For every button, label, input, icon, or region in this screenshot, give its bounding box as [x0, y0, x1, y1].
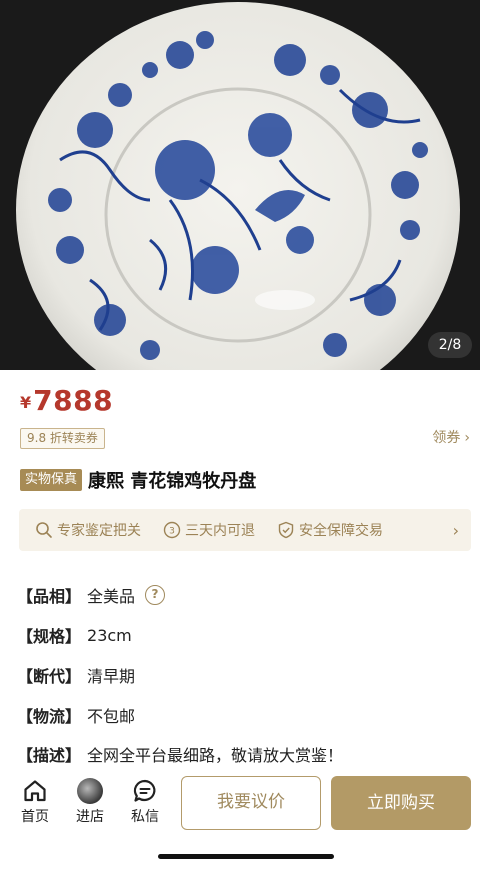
- nav-home[interactable]: 首页: [15, 778, 55, 826]
- product-title-row: 实物保真 康熙 青花锦鸡牧丹盘: [20, 468, 256, 492]
- spec-key: 【物流】: [17, 707, 82, 726]
- home-indicator: [158, 854, 334, 859]
- search-icon: [36, 522, 52, 538]
- guarantee-item-expert: 专家鉴定把关: [35, 520, 141, 540]
- return-icon: 3: [163, 521, 181, 539]
- nav-shop[interactable]: 进店: [70, 778, 110, 826]
- product-image-gallery[interactable]: 2/8: [0, 0, 480, 370]
- spec-key: 【品相】: [17, 587, 82, 606]
- home-icon: [24, 780, 46, 802]
- currency-symbol: ¥: [20, 393, 32, 412]
- authentic-badge: 实物保真: [20, 469, 83, 491]
- message-icon: [133, 779, 156, 802]
- nav-label: 首页: [21, 809, 49, 825]
- price: ¥7888: [20, 384, 113, 417]
- guarantee-bar[interactable]: 专家鉴定把关 3 三天内可退 安全保障交易 ›: [19, 509, 471, 551]
- guarantee-label: 三天内可退: [185, 523, 255, 539]
- product-title: 康熙 青花锦鸡牧丹盘: [88, 471, 257, 492]
- guarantee-item-secure: 安全保障交易: [277, 520, 383, 540]
- bottom-action-bar: 首页 进店 私信 我要议价 立即购买: [0, 768, 480, 869]
- nav-label: 私信: [131, 809, 159, 825]
- spec-shipping: 【物流】 不包邮: [17, 704, 135, 726]
- buy-now-button[interactable]: 立即购买: [331, 776, 471, 830]
- spec-value: 全美品: [87, 587, 136, 606]
- chevron-right-icon: ›: [452, 520, 459, 540]
- negotiate-button[interactable]: 我要议价: [181, 776, 321, 830]
- nav-label: 进店: [76, 809, 104, 825]
- spec-key: 【描述】: [17, 746, 82, 765]
- get-coupon-link[interactable]: 领券 ›: [432, 428, 470, 448]
- coupon-tag: 9.8 折转卖券: [20, 428, 105, 449]
- shield-icon: [278, 521, 294, 539]
- question-icon[interactable]: ?: [145, 585, 166, 605]
- chevron-right-icon: ›: [464, 430, 470, 446]
- nav-message[interactable]: 私信: [125, 778, 165, 826]
- get-coupon-label: 领券: [432, 430, 461, 446]
- price-amount: 7888: [33, 384, 114, 417]
- guarantee-item-return: 3 三天内可退: [163, 520, 255, 540]
- spec-value: 全网全平台最细路，敬请放大赏鉴！: [87, 746, 344, 765]
- spec-description: 【描述】 全网全平台最细路，敬请放大赏鉴！: [17, 743, 343, 765]
- svg-text:3: 3: [169, 527, 175, 537]
- spec-value: 23cm: [87, 625, 132, 645]
- spec-value: 清早期: [87, 667, 136, 686]
- spec-key: 【断代】: [17, 667, 82, 686]
- spec-condition: 【品相】 全美品 ?: [17, 584, 166, 606]
- spec-value: 不包邮: [87, 707, 136, 726]
- spec-size: 【规格】 23cm: [17, 624, 132, 647]
- guarantee-label: 安全保障交易: [299, 523, 383, 539]
- spec-key: 【规格】: [17, 627, 82, 646]
- shop-avatar: [77, 778, 103, 804]
- porcelain-plate-image: [0, 0, 480, 370]
- spec-dating: 【断代】 清早期: [17, 664, 135, 686]
- guarantee-label: 专家鉴定把关: [57, 523, 141, 539]
- image-page-indicator: 2/8: [428, 332, 472, 358]
